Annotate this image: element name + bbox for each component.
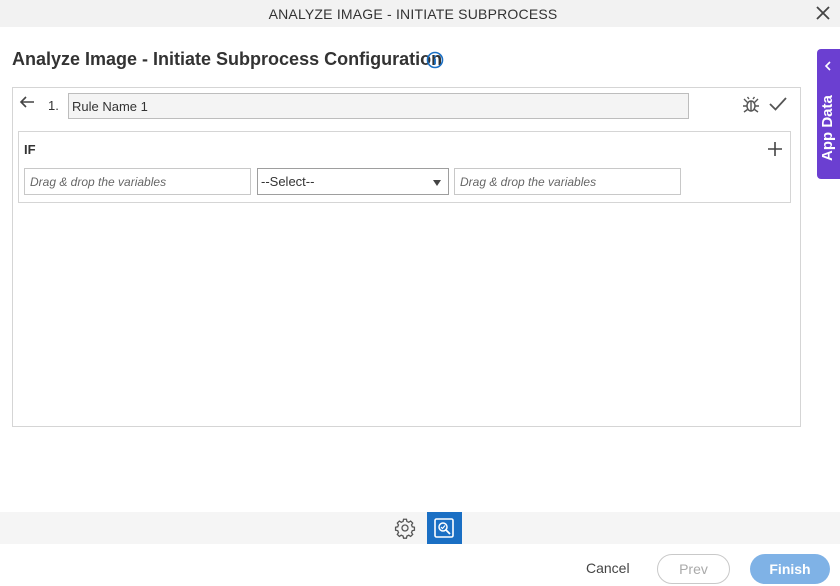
operator-select-value: --Select-- [261,174,315,189]
prev-button[interactable]: Prev [657,554,730,584]
dialog-titlebar: ANALYZE IMAGE - INITIATE SUBPROCESS [0,0,840,27]
close-icon[interactable] [814,4,832,22]
rule-number: 1. [48,98,59,113]
check-icon[interactable] [768,96,788,112]
rule-name-input[interactable] [68,93,689,119]
arrow-left-icon[interactable] [19,95,35,109]
analyze-image-icon [434,518,454,538]
info-icon[interactable] [426,51,444,69]
cancel-button[interactable]: Cancel [586,560,630,576]
rule-panel: 1. IF --Select-- [12,87,801,427]
caret-down-icon [433,180,441,186]
plus-icon[interactable] [767,141,783,157]
if-label: IF [24,142,36,157]
app-data-label: App Data [819,95,836,161]
right-variable-input[interactable] [454,168,681,195]
finish-button[interactable]: Finish [750,554,830,584]
bottom-toolbar [0,512,840,544]
gear-icon[interactable] [394,517,416,539]
if-condition-block: IF --Select-- [18,131,791,203]
dialog-title: ANALYZE IMAGE - INITIATE SUBPROCESS [268,6,558,22]
app-data-tab[interactable]: App Data [817,49,840,179]
left-variable-input[interactable] [24,168,251,195]
operator-select[interactable]: --Select-- [257,168,449,195]
bug-icon[interactable] [741,95,761,113]
page-title: Analyze Image - Initiate Subprocess Conf… [12,49,443,69]
analyze-image-button[interactable] [427,512,462,544]
